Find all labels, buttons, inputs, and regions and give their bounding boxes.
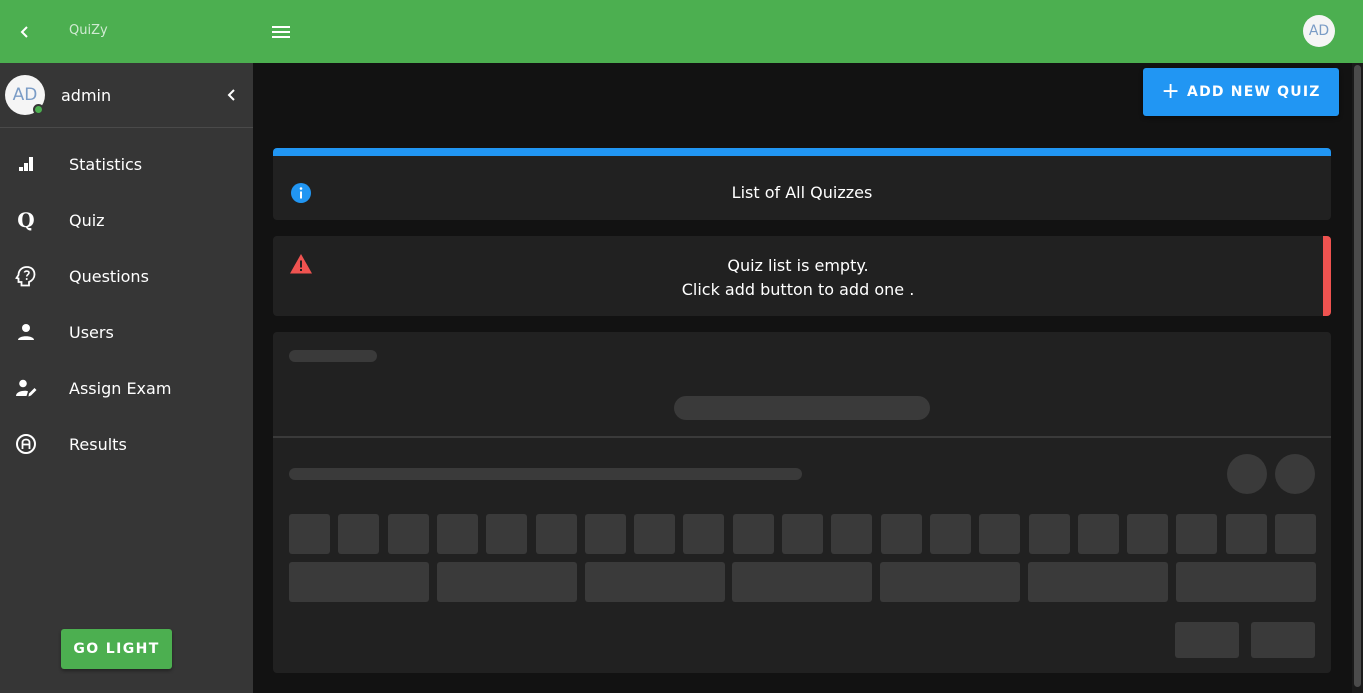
skeleton-divider [273, 436, 1331, 438]
skeleton-chip [1077, 514, 1119, 554]
svg-text:Q: Q [17, 209, 34, 231]
skeleton-wide-chip [436, 562, 577, 602]
chevron-left-icon [20, 26, 28, 38]
skeleton-title [289, 350, 377, 362]
profile-section: AD admin [0, 63, 253, 128]
sidebar-nav: Statistics Q Quiz Questions Users Assign… [0, 136, 253, 472]
sidebar-item-label: Results [69, 434, 127, 454]
skeleton-wide-chip [584, 562, 725, 602]
back-button[interactable] [12, 19, 38, 45]
empty-message-line-1: Quiz list is empty. [727, 256, 869, 275]
empty-list-alert: Quiz list is empty. Click add button to … [273, 236, 1331, 316]
skeleton-chip [1225, 514, 1267, 554]
skeleton-wide-chip [289, 562, 429, 602]
online-status-indicator [33, 104, 44, 115]
plus-icon: + [1161, 79, 1182, 104]
page-scrollbar[interactable] [1352, 63, 1363, 693]
sidebar-item-results[interactable]: Results [0, 416, 253, 472]
skeleton-chip [436, 514, 478, 554]
skeleton-chip [289, 514, 330, 554]
chevron-left-icon [227, 89, 235, 101]
skeleton-text-line [289, 468, 802, 480]
empty-list-message: Quiz list is empty. Click add button to … [273, 254, 1323, 302]
sidebar-item-label: Statistics [69, 154, 143, 174]
skeleton-tabs [674, 396, 930, 420]
alpha-a-circle-icon [14, 432, 38, 456]
skeleton-chip [1176, 514, 1218, 554]
sidebar-item-label: Quiz [69, 210, 105, 230]
skeleton-chip [634, 514, 676, 554]
info-banner: List of All Quizzes [273, 148, 1331, 220]
sidebar-item-label: Questions [69, 266, 149, 286]
hamburger-menu-icon [272, 26, 290, 38]
skeleton-chip [880, 514, 922, 554]
skeleton-chip [535, 514, 577, 554]
skeleton-chip [387, 514, 429, 554]
skeleton-chip [782, 514, 823, 554]
skeleton-wide-chip [1028, 562, 1168, 602]
skeleton-wide-chip [1175, 562, 1316, 602]
skeleton-chip [1127, 514, 1169, 554]
skeleton-chip [979, 514, 1021, 554]
skeleton-chip [929, 514, 971, 554]
sidebar-item-quiz[interactable]: Q Quiz [0, 192, 253, 248]
profile-username: admin [61, 86, 112, 105]
theme-toggle-button[interactable]: GO LIGHT [61, 629, 172, 669]
header-avatar[interactable]: AD [1303, 15, 1335, 47]
bar-chart-icon [14, 152, 38, 176]
sidebar-item-users[interactable]: Users [0, 304, 253, 360]
collapse-sidebar-button[interactable] [220, 83, 242, 107]
skeleton-avatar [1275, 454, 1315, 494]
app-title: QuiZy [69, 23, 108, 38]
sidebar-item-statistics[interactable]: Statistics [0, 136, 253, 192]
empty-message-line-2: Click add button to add one . [681, 280, 915, 299]
skeleton-chip [831, 514, 873, 554]
menu-button[interactable] [268, 19, 294, 45]
skeleton-chip [1028, 514, 1070, 554]
sidebar-item-label: Assign Exam [69, 378, 172, 398]
skeleton-chip [584, 514, 626, 554]
user-icon [14, 320, 38, 344]
skeleton-wide-chip [732, 562, 873, 602]
skeleton-avatar [1227, 454, 1267, 494]
head-question-icon [14, 264, 38, 288]
skeleton-chip [732, 514, 774, 554]
skeleton-chip [486, 514, 528, 554]
skeleton-wide-chip [880, 562, 1021, 602]
app-bar: QuiZy AD [0, 0, 1363, 63]
sidebar-item-questions[interactable]: Questions [0, 248, 253, 304]
add-new-quiz-button[interactable]: + ADD NEW QUIZ [1143, 68, 1339, 116]
skeleton-button [1175, 622, 1239, 658]
quiz-q-icon: Q [14, 208, 38, 232]
add-new-quiz-label: ADD NEW QUIZ [1187, 84, 1321, 100]
sidebar: AD admin Statistics Q Quiz Questions Use… [0, 63, 253, 693]
sidebar-item-assign-exam[interactable]: Assign Exam [0, 360, 253, 416]
page-title: List of All Quizzes [731, 183, 873, 202]
scrollbar-thumb[interactable] [1354, 65, 1361, 687]
sidebar-item-label: Users [69, 322, 114, 342]
assign-pen-icon [14, 376, 38, 400]
skeleton-chip [683, 514, 725, 554]
loading-skeleton [273, 332, 1331, 673]
skeleton-button [1251, 622, 1315, 658]
skeleton-chip [338, 514, 380, 554]
skeleton-chip [1275, 514, 1316, 554]
